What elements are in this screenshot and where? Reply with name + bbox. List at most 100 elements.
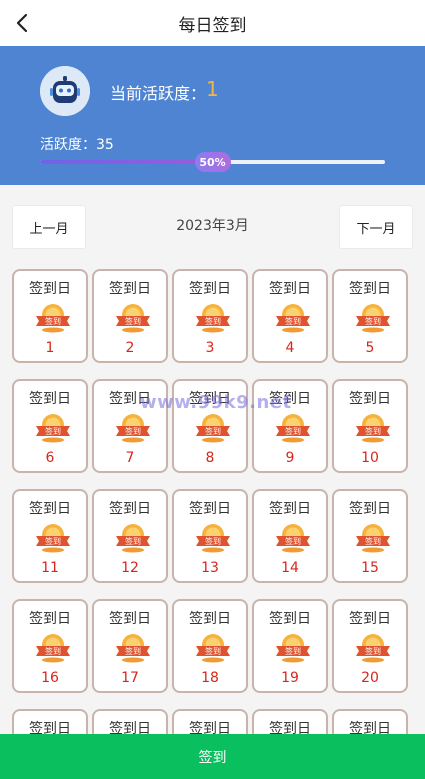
calendar-day-cell[interactable]: 签到日 签到 3 (172, 269, 248, 363)
stamp-icon-wrapper: 签到 (195, 413, 231, 443)
cell-label: 签到日 (269, 281, 311, 297)
stamp-icon-wrapper: 签到 (275, 303, 311, 333)
day-number: 14 (281, 560, 299, 576)
cell-label: 签到日 (269, 721, 311, 734)
day-number: 6 (45, 450, 55, 466)
stamp-text: 签到 (125, 316, 141, 326)
sign-stamp-icon: 签到 (356, 414, 390, 443)
cell-label: 签到日 (29, 281, 71, 297)
cell-label: 签到日 (29, 611, 71, 627)
cell-label: 签到日 (109, 611, 151, 627)
calendar-day-cell[interactable]: 签到日 签到 1 (12, 269, 88, 363)
activity-progress-fill (40, 160, 213, 164)
calendar-day-cell[interactable]: 签到日 签到 11 (12, 489, 88, 583)
stamp-text: 签到 (365, 316, 381, 326)
stamp-icon-wrapper: 签到 (35, 523, 71, 553)
calendar-day-cell[interactable]: 签到日 签到 14 (252, 489, 328, 583)
calendar-day-cell[interactable]: 签到日 签到 5 (332, 269, 408, 363)
calendar-day-cell[interactable]: 签到日签到 16 (12, 599, 88, 693)
stamp-icon-wrapper: 签到 (275, 633, 311, 663)
stamp-icon-wrapper: 签到 (355, 633, 391, 663)
stamp-text: 签到 (365, 426, 381, 436)
cell-label: 签到日 (189, 501, 231, 517)
stamp-text: 签到 (45, 646, 61, 656)
stamp-text: 签到 (205, 536, 221, 546)
cell-label: 签到日 (189, 721, 231, 734)
cell-label: 签到日 (189, 611, 231, 627)
day-number: 15 (361, 560, 379, 576)
sign-stamp-icon: 签到 (196, 524, 230, 553)
calendar-day-cell[interactable]: 签到日签到 (332, 709, 408, 734)
stamp-icon-wrapper: 签到 (195, 303, 231, 333)
calendar-day-cell[interactable]: 签到日签到 10 (332, 379, 408, 473)
avatar (40, 66, 90, 116)
back-button[interactable] (8, 9, 36, 37)
calendar-day-cell[interactable]: 签到日 签到 12 (92, 489, 168, 583)
stamp-icon-wrapper: 签到 (275, 413, 311, 443)
stamp-icon-wrapper: 签到 (355, 303, 391, 333)
day-number: 10 (361, 450, 379, 466)
day-number: 1 (45, 340, 55, 356)
current-activity-value: 1 (206, 77, 219, 101)
calendar-day-cell[interactable]: 签到日签到 17 (92, 599, 168, 693)
calendar-day-cell[interactable]: 签到日签到 13 (172, 489, 248, 583)
day-number: 11 (41, 560, 59, 576)
stamp-icon-wrapper: 签到 (355, 523, 391, 553)
sign-stamp-icon: 签到 (356, 304, 390, 333)
cell-label: 签到日 (109, 721, 151, 734)
stamp-icon-wrapper: 签到 (35, 413, 71, 443)
sign-in-button[interactable]: 签到 (0, 734, 425, 779)
stamp-icon-wrapper: 签到 (195, 633, 231, 663)
sign-stamp-icon: 签到 (36, 414, 70, 443)
calendar-grid: 签到日 签到 1 签到日 签到 2 签到日 签到 3 签到日 签到 4 签到日 签到 5 签到日 签到 6 签到日签… (12, 269, 412, 734)
cell-label: 签到日 (349, 391, 391, 407)
day-number: 8 (205, 450, 215, 466)
sign-stamp-icon: 签到 (116, 634, 150, 663)
stamp-text: 签到 (205, 316, 221, 326)
stamp-icon-wrapper: 签到 (115, 523, 151, 553)
stamp-icon-wrapper: 签到 (195, 523, 231, 553)
cell-label: 签到日 (29, 721, 71, 734)
stamp-icon-wrapper: 签到 (115, 413, 151, 443)
day-number: 13 (201, 560, 219, 576)
day-number: 2 (125, 340, 135, 356)
activity-progress-track: 50% (40, 152, 385, 172)
activity-text: 活跃度：35 (40, 137, 114, 153)
progress-percent-badge: 50% (194, 152, 231, 172)
calendar-day-cell[interactable]: 签到日签到 6 (12, 379, 88, 473)
stamp-text: 签到 (125, 536, 141, 546)
stamp-text: 签到 (45, 426, 61, 436)
robot-avatar-icon (40, 66, 90, 116)
calendar-day-cell[interactable]: 签到日 签到 19 (252, 599, 328, 693)
stamp-text: 签到 (285, 426, 301, 436)
cell-label: 签到日 (349, 281, 391, 297)
calendar-day-cell[interactable]: 签到日 签到 15 (332, 489, 408, 583)
sign-stamp-icon: 签到 (116, 524, 150, 553)
sign-stamp-icon: 签到 (196, 634, 230, 663)
sign-stamp-icon: 签到 (276, 524, 310, 553)
current-activity-label: 当前活跃度： (110, 84, 207, 103)
calendar-day-cell[interactable]: 签到日签到 (12, 709, 88, 734)
stamp-icon-wrapper: 签到 (275, 523, 311, 553)
day-number: 20 (361, 670, 379, 686)
stamp-text: 签到 (285, 536, 301, 546)
day-number: 17 (121, 670, 139, 686)
stamp-icon-wrapper: 签到 (355, 413, 391, 443)
calendar-day-cell[interactable]: 签到日 签到 4 (252, 269, 328, 363)
calendar-day-cell[interactable]: 签到日签到 (252, 709, 328, 734)
cell-label: 签到日 (29, 391, 71, 407)
day-number: 16 (41, 670, 59, 686)
calendar-day-cell[interactable]: 签到日签到 (172, 709, 248, 734)
cell-label: 签到日 (109, 501, 151, 517)
stamp-text: 签到 (125, 426, 141, 436)
calendar-day-cell[interactable]: 签到日 签到 2 (92, 269, 168, 363)
stamp-text: 签到 (365, 646, 381, 656)
day-number: 18 (201, 670, 219, 686)
calendar-day-cell[interactable]: 签到日签到 18 (172, 599, 248, 693)
next-month-button[interactable]: 下一月 (339, 205, 413, 249)
day-number: 7 (125, 450, 135, 466)
sign-stamp-icon: 签到 (196, 414, 230, 443)
calendar-day-cell[interactable]: 签到日签到 (92, 709, 168, 734)
calendar-day-cell[interactable]: 签到日 签到 20 (332, 599, 408, 693)
stamp-text: 签到 (365, 536, 381, 546)
